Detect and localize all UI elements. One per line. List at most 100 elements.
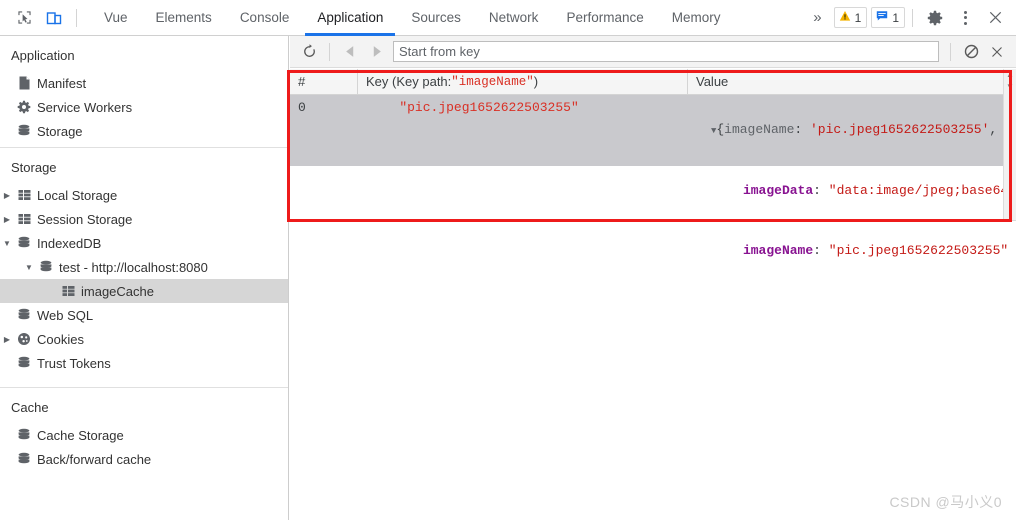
kebab-dots	[963, 10, 967, 25]
database-icon	[36, 260, 56, 274]
sidebar-item-label: Cookies	[37, 331, 84, 347]
database-icon	[14, 428, 34, 442]
column-header-index[interactable]: #	[290, 69, 358, 94]
database-icon	[14, 356, 34, 370]
tab-elements[interactable]: Elements	[142, 0, 226, 36]
chevron-down-icon[interactable]: ▼	[22, 263, 36, 272]
sidebar-item-trust-tokens[interactable]: Trust Tokens	[0, 351, 288, 375]
sidebar-item-service-workers[interactable]: Service Workers	[0, 95, 288, 119]
value-prop-name: imageName	[724, 122, 795, 137]
database-icon	[14, 124, 34, 138]
inspect-cursor-icon[interactable]	[9, 4, 39, 32]
tab-memory[interactable]: Memory	[658, 0, 735, 36]
value-line-1[interactable]: imageData: "data:image/jpeg;base64,	[602, 161, 1016, 221]
table-icon	[14, 213, 34, 225]
clear-object-store-icon[interactable]	[958, 40, 984, 64]
sidebar-item-label: Manifest	[37, 75, 87, 91]
database-icon	[14, 308, 34, 322]
close-icon[interactable]	[980, 4, 1010, 32]
sidebar-item-imagecache[interactable]: imageCache	[0, 279, 288, 303]
tab-console[interactable]: Console	[226, 0, 304, 36]
delete-selected-icon[interactable]	[984, 40, 1010, 64]
value-colon: :	[813, 243, 829, 258]
chevron-right-icon[interactable]: ▶	[0, 335, 14, 344]
more-tabs-icon[interactable]: »	[805, 9, 829, 26]
message-badge[interactable]: 1	[871, 7, 905, 28]
sidebar-item-session-storage[interactable]: ▶ Session Storage	[0, 207, 288, 231]
sidebar-item-label: Web SQL	[37, 307, 94, 323]
tab-application[interactable]: Application	[303, 0, 397, 36]
next-page-icon[interactable]	[363, 40, 389, 64]
vertical-scrollbar[interactable]: ▲ ▼	[1003, 69, 1016, 220]
tab-network[interactable]: Network	[475, 0, 553, 36]
value-line-0[interactable]: ▼{imageName: 'pic.jpeg1652622503255',	[602, 100, 1016, 161]
table-row[interactable]: 0 "pic.jpeg1652622503255" ▼{imageName: '…	[290, 95, 1016, 258]
toolbar-right-tools: » 1 1	[805, 4, 1016, 32]
value-prop-name: imageName	[742, 243, 814, 258]
scroll-up-arrow-icon[interactable]: ▲	[1006, 69, 1014, 81]
value-string: 'pic.jpeg1652622503255'	[809, 122, 990, 137]
sidebar-item-cookies[interactable]: ▶ Cookies	[0, 327, 288, 351]
column-header-key-suffix: )	[533, 74, 539, 89]
warning-triangle-icon	[839, 10, 851, 25]
value-line-2[interactable]: imageName: "pic.jpeg1652622503255"	[602, 221, 1016, 281]
tab-performance[interactable]: Performance	[552, 0, 657, 36]
refresh-icon[interactable]	[296, 40, 322, 64]
scroll-down-arrow-icon[interactable]: ▼	[1006, 81, 1014, 93]
tab-vue[interactable]: Vue	[90, 0, 142, 36]
chevron-right-icon[interactable]: ▶	[0, 191, 14, 200]
toolbar-divider	[329, 42, 330, 61]
cell-value[interactable]: ▼{imageName: 'pic.jpeg1652622503255', im…	[596, 95, 1016, 258]
chevron-down-icon[interactable]: ▼	[0, 239, 14, 248]
more-tabs-label: »	[813, 9, 822, 26]
previous-page-icon[interactable]	[337, 40, 363, 64]
column-header-key-prefix: Key (Key path:	[366, 74, 452, 89]
sidebar-section-application: Application Manifest Service Workers Sto…	[0, 36, 288, 148]
column-header-keypath: "imageName"	[451, 74, 534, 89]
sidebar-item-back-forward-cache[interactable]: Back/forward cache	[0, 447, 288, 471]
objectstore-pane: # Key (Key path: "imageName") Value 0 "p…	[290, 36, 1016, 520]
tab-label: Elements	[155, 10, 212, 25]
cell-index: 0	[298, 100, 306, 115]
sidebar-item-manifest[interactable]: Manifest	[0, 71, 288, 95]
sidebar-item-label: Storage	[37, 123, 83, 139]
warning-count: 1	[854, 10, 862, 25]
sidebar-item-local-storage[interactable]: ▶ Local Storage	[0, 183, 288, 207]
column-header-key[interactable]: Key (Key path: "imageName")	[358, 69, 688, 94]
sidebar-item-label: Cache Storage	[37, 427, 124, 443]
sidebar-item-label: Back/forward cache	[37, 451, 152, 467]
devtools-tabstrip: Vue Elements Console Application Sources…	[0, 0, 1016, 36]
sidebar-item-indexeddb[interactable]: ▼ IndexedDB	[0, 231, 288, 255]
toolbar-divider-right	[912, 8, 913, 27]
tab-label: Network	[488, 10, 539, 25]
sidebar-item-storage[interactable]: Storage	[0, 119, 288, 143]
sidebar-item-web-sql[interactable]: Web SQL	[0, 303, 288, 327]
gear-icon	[14, 100, 34, 114]
sidebar-item-label: Service Workers	[37, 99, 133, 115]
sidebar-item-database-test[interactable]: ▼ test - http://localhost:8080	[0, 255, 288, 279]
objectstore-datagrid[interactable]: # Key (Key path: "imageName") Value 0 "p…	[290, 69, 1016, 258]
message-count: 1	[892, 10, 899, 25]
tab-label: Performance	[566, 10, 644, 25]
gear-icon[interactable]	[920, 4, 950, 32]
open-brace: {	[716, 122, 725, 137]
objectstore-grid-wrapper: # Key (Key path: "imageName") Value 0 "p…	[290, 69, 1016, 520]
sidebar-item-label: Session Storage	[37, 211, 133, 227]
column-header-value[interactable]: Value	[688, 69, 1016, 94]
tab-label: Sources	[411, 10, 461, 25]
watermark: CSDN @马小义0	[889, 494, 1002, 510]
sidebar-item-label: imageCache	[81, 283, 154, 299]
search-input[interactable]	[393, 41, 939, 62]
database-icon	[14, 452, 34, 466]
sidebar-item-cache-storage[interactable]: Cache Storage	[0, 423, 288, 447]
application-sidebar[interactable]: Application Manifest Service Workers Sto…	[0, 36, 289, 520]
value-colon: :	[794, 122, 810, 137]
tab-sources[interactable]: Sources	[397, 0, 475, 36]
device-toolbar-icon[interactable]	[39, 4, 69, 32]
kebab-menu-icon[interactable]	[950, 4, 980, 32]
toolbar-divider-2	[950, 42, 951, 61]
chevron-right-icon[interactable]: ▶	[0, 215, 14, 224]
warning-badge[interactable]: 1	[833, 7, 868, 28]
table-icon	[58, 285, 78, 297]
sidebar-section-storage: Storage ▶ Local Storage ▶ Session Storag…	[0, 148, 288, 388]
